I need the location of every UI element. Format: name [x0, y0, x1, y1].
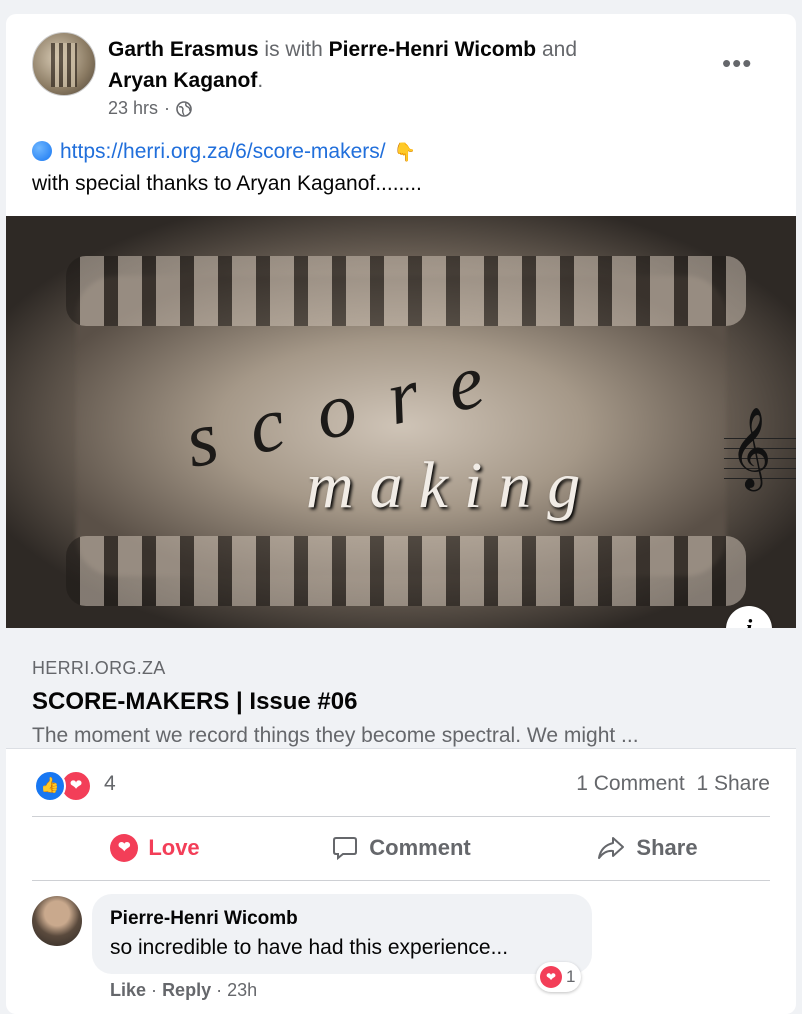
image-word-making: making [306, 449, 597, 522]
post-card: Garth Erasmus is with Pierre-Henri Wicom… [6, 14, 796, 1014]
period-text: . [257, 69, 264, 92]
comment-reactions[interactable]: ❤ 1 [536, 962, 582, 992]
pointing-down-icon: 👇 [393, 142, 417, 162]
treble-clef-icon: 𝄞 [724, 406, 796, 494]
share-count[interactable]: 1 Share [696, 772, 770, 795]
author-avatar[interactable] [32, 32, 96, 96]
post-stats: 👍 ❤ 4 1 Comment 1 Share [6, 766, 796, 806]
time-separator: · [164, 98, 171, 118]
tagged-user-2[interactable]: Aryan Kaganof [108, 69, 257, 92]
comment-reaction-count: 1 [566, 967, 576, 986]
post-text: https://herri.org.za/6/score-makers/ 👇 wi… [32, 136, 422, 200]
and-text: and [541, 38, 578, 61]
meta-sep-1: · [151, 980, 158, 1000]
comment-button[interactable]: Comment [278, 820, 524, 876]
action-bar: ❤ Love Comment Share [32, 820, 770, 876]
divider [32, 880, 770, 881]
commenter-name[interactable]: Pierre-Henri Wicomb [110, 908, 298, 930]
commenter-avatar[interactable] [32, 896, 82, 946]
share-label: Share [636, 835, 698, 860]
comment-time[interactable]: 23h [227, 980, 257, 1000]
comment-label: Comment [369, 835, 471, 860]
love-button[interactable]: ❤ Love [32, 820, 278, 876]
love-icon: ❤ [110, 834, 139, 862]
preview-description: The moment we record things they become … [32, 724, 639, 747]
divider [32, 816, 770, 817]
love-label: Love [148, 835, 200, 860]
post-header: Garth Erasmus is with Pierre-Henri Wicom… [108, 34, 668, 96]
post-text-line2: with special thanks to Aryan Kaganof....… [32, 172, 422, 195]
blue-circle-icon [32, 141, 52, 161]
preview-title: SCORE-MAKERS | Issue #06 [32, 688, 358, 715]
globe-icon [176, 100, 192, 117]
reaction-count[interactable]: 4 [104, 772, 116, 796]
comment-meta: Like · Reply · 23h [110, 980, 257, 1001]
post-timestamp: 23 hrs · [108, 98, 192, 119]
share-icon [598, 837, 625, 859]
tagged-user-1[interactable]: Pierre-Henri Wicomb [329, 38, 537, 61]
comment-count[interactable]: 1 Comment [576, 772, 685, 795]
comment-share-counts: 1 Comment 1 Share [576, 772, 770, 796]
with-text: is with [264, 38, 323, 61]
link-preview[interactable]: HERRI.ORG.ZA SCORE-MAKERS | Issue #06 Th… [6, 628, 796, 749]
love-reaction-icon: ❤ [540, 966, 562, 988]
comment-like-link[interactable]: Like [110, 980, 146, 1000]
comment-reply-link[interactable]: Reply [162, 980, 211, 1000]
comment-bubble: Pierre-Henri Wicomb so incredible to hav… [92, 894, 592, 974]
link-preview-image[interactable]: score making 𝄞 [6, 216, 796, 628]
comment-icon [333, 837, 358, 861]
more-options-icon[interactable]: ••• [722, 48, 752, 79]
post-link[interactable]: https://herri.org.za/6/score-makers/ [60, 140, 386, 163]
image-texture-top [66, 256, 746, 326]
share-button[interactable]: Share [524, 820, 770, 876]
preview-domain: HERRI.ORG.ZA [32, 658, 166, 678]
meta-sep-2: · [216, 980, 223, 1000]
image-texture-bottom [66, 536, 746, 606]
author-name[interactable]: Garth Erasmus [108, 38, 259, 61]
comment-text: so incredible to have had this experienc… [110, 936, 509, 959]
like-reaction-icon[interactable]: 👍 [34, 770, 66, 802]
time-text[interactable]: 23 hrs [108, 98, 158, 119]
avatar-image [51, 43, 77, 87]
